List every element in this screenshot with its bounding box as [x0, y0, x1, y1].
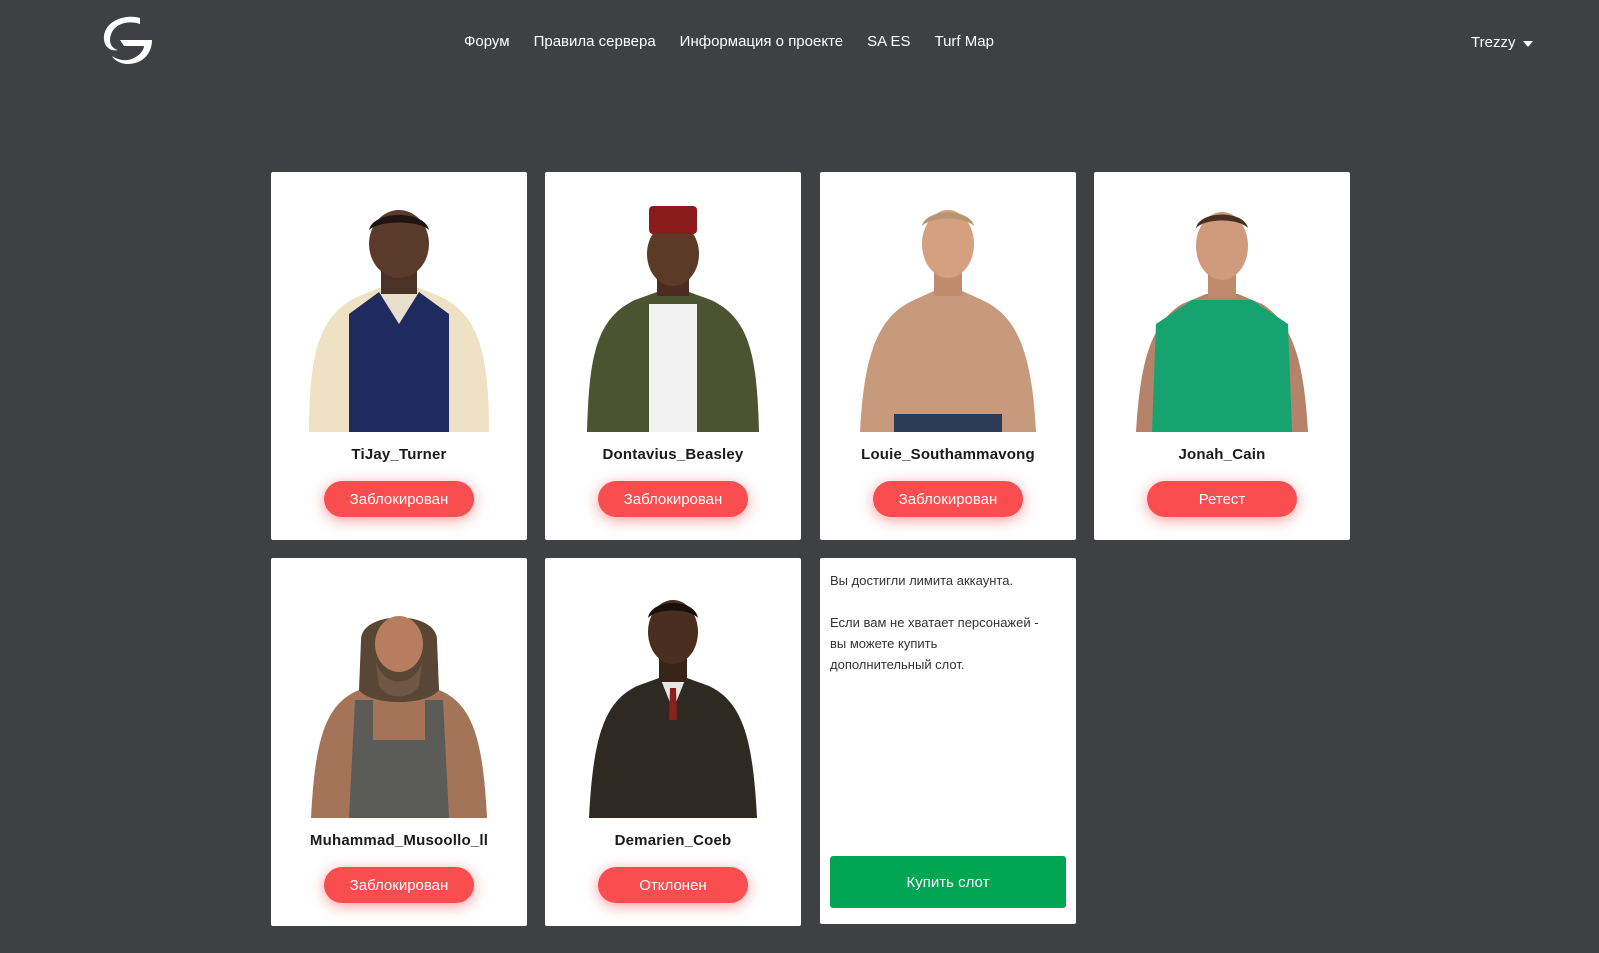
- character-card[interactable]: Louie_Southammavong Заблокирован: [820, 172, 1076, 540]
- character-name: Louie_Southammavong: [861, 446, 1035, 463]
- status-button[interactable]: Ретест: [1147, 481, 1297, 517]
- buy-slot-button[interactable]: Купить слот: [830, 856, 1066, 908]
- logo-icon[interactable]: [100, 12, 156, 68]
- character-name: Jonah_Cain: [1178, 446, 1266, 463]
- nav-forum[interactable]: Форум: [464, 33, 510, 50]
- chevron-down-icon: [1523, 41, 1534, 47]
- character-name: Demarien_Coeb: [614, 832, 732, 849]
- status-button[interactable]: Заблокирован: [324, 867, 474, 903]
- status-button[interactable]: Заблокирован: [324, 481, 474, 517]
- account-limit-text: Вы достигли лимита аккаунта. Если вам не…: [830, 573, 1039, 672]
- character-name: Dontavius_Beasley: [602, 446, 744, 463]
- status-button[interactable]: Отклонен: [598, 867, 748, 903]
- username: Trezzy: [1471, 34, 1516, 51]
- user-menu[interactable]: Trezzy: [1471, 34, 1534, 51]
- status-button[interactable]: Заблокирован: [598, 481, 748, 517]
- character-card[interactable]: TiJay_Turner Заблокирован: [271, 172, 527, 540]
- character-portrait: [860, 210, 1036, 432]
- account-limit-card: Вы достигли лимита аккаунта. Если вам не…: [820, 558, 1076, 924]
- character-portrait: [587, 206, 759, 432]
- character-portrait: [1136, 212, 1308, 432]
- character-card[interactable]: Jonah_Cain Ретест: [1094, 172, 1350, 540]
- status-button[interactable]: Заблокирован: [873, 481, 1023, 517]
- character-portrait: [309, 210, 489, 432]
- nav-sa-es[interactable]: SA ES: [867, 33, 910, 50]
- character-card[interactable]: Demarien_Coeb Отклонен: [545, 558, 801, 926]
- main-nav: Форум Правила сервера Информация о проек…: [464, 33, 1018, 50]
- character-card[interactable]: Muhammad_Musoollo_ll Заблокирован: [271, 558, 527, 926]
- character-portrait: [311, 616, 487, 818]
- character-card[interactable]: Dontavius_Beasley Заблокирован: [545, 172, 801, 540]
- character-portrait: [589, 600, 757, 818]
- character-name: Muhammad_Musoollo_ll: [309, 832, 489, 849]
- nav-project-info[interactable]: Информация о проекте: [680, 33, 843, 50]
- nav-turf-map[interactable]: Turf Map: [934, 33, 993, 50]
- character-name: TiJay_Turner: [351, 446, 447, 463]
- character-grid: TiJay_Turner Заблокирован Dontavius_Beas…: [271, 172, 1371, 952]
- nav-server-rules[interactable]: Правила сервера: [534, 33, 656, 50]
